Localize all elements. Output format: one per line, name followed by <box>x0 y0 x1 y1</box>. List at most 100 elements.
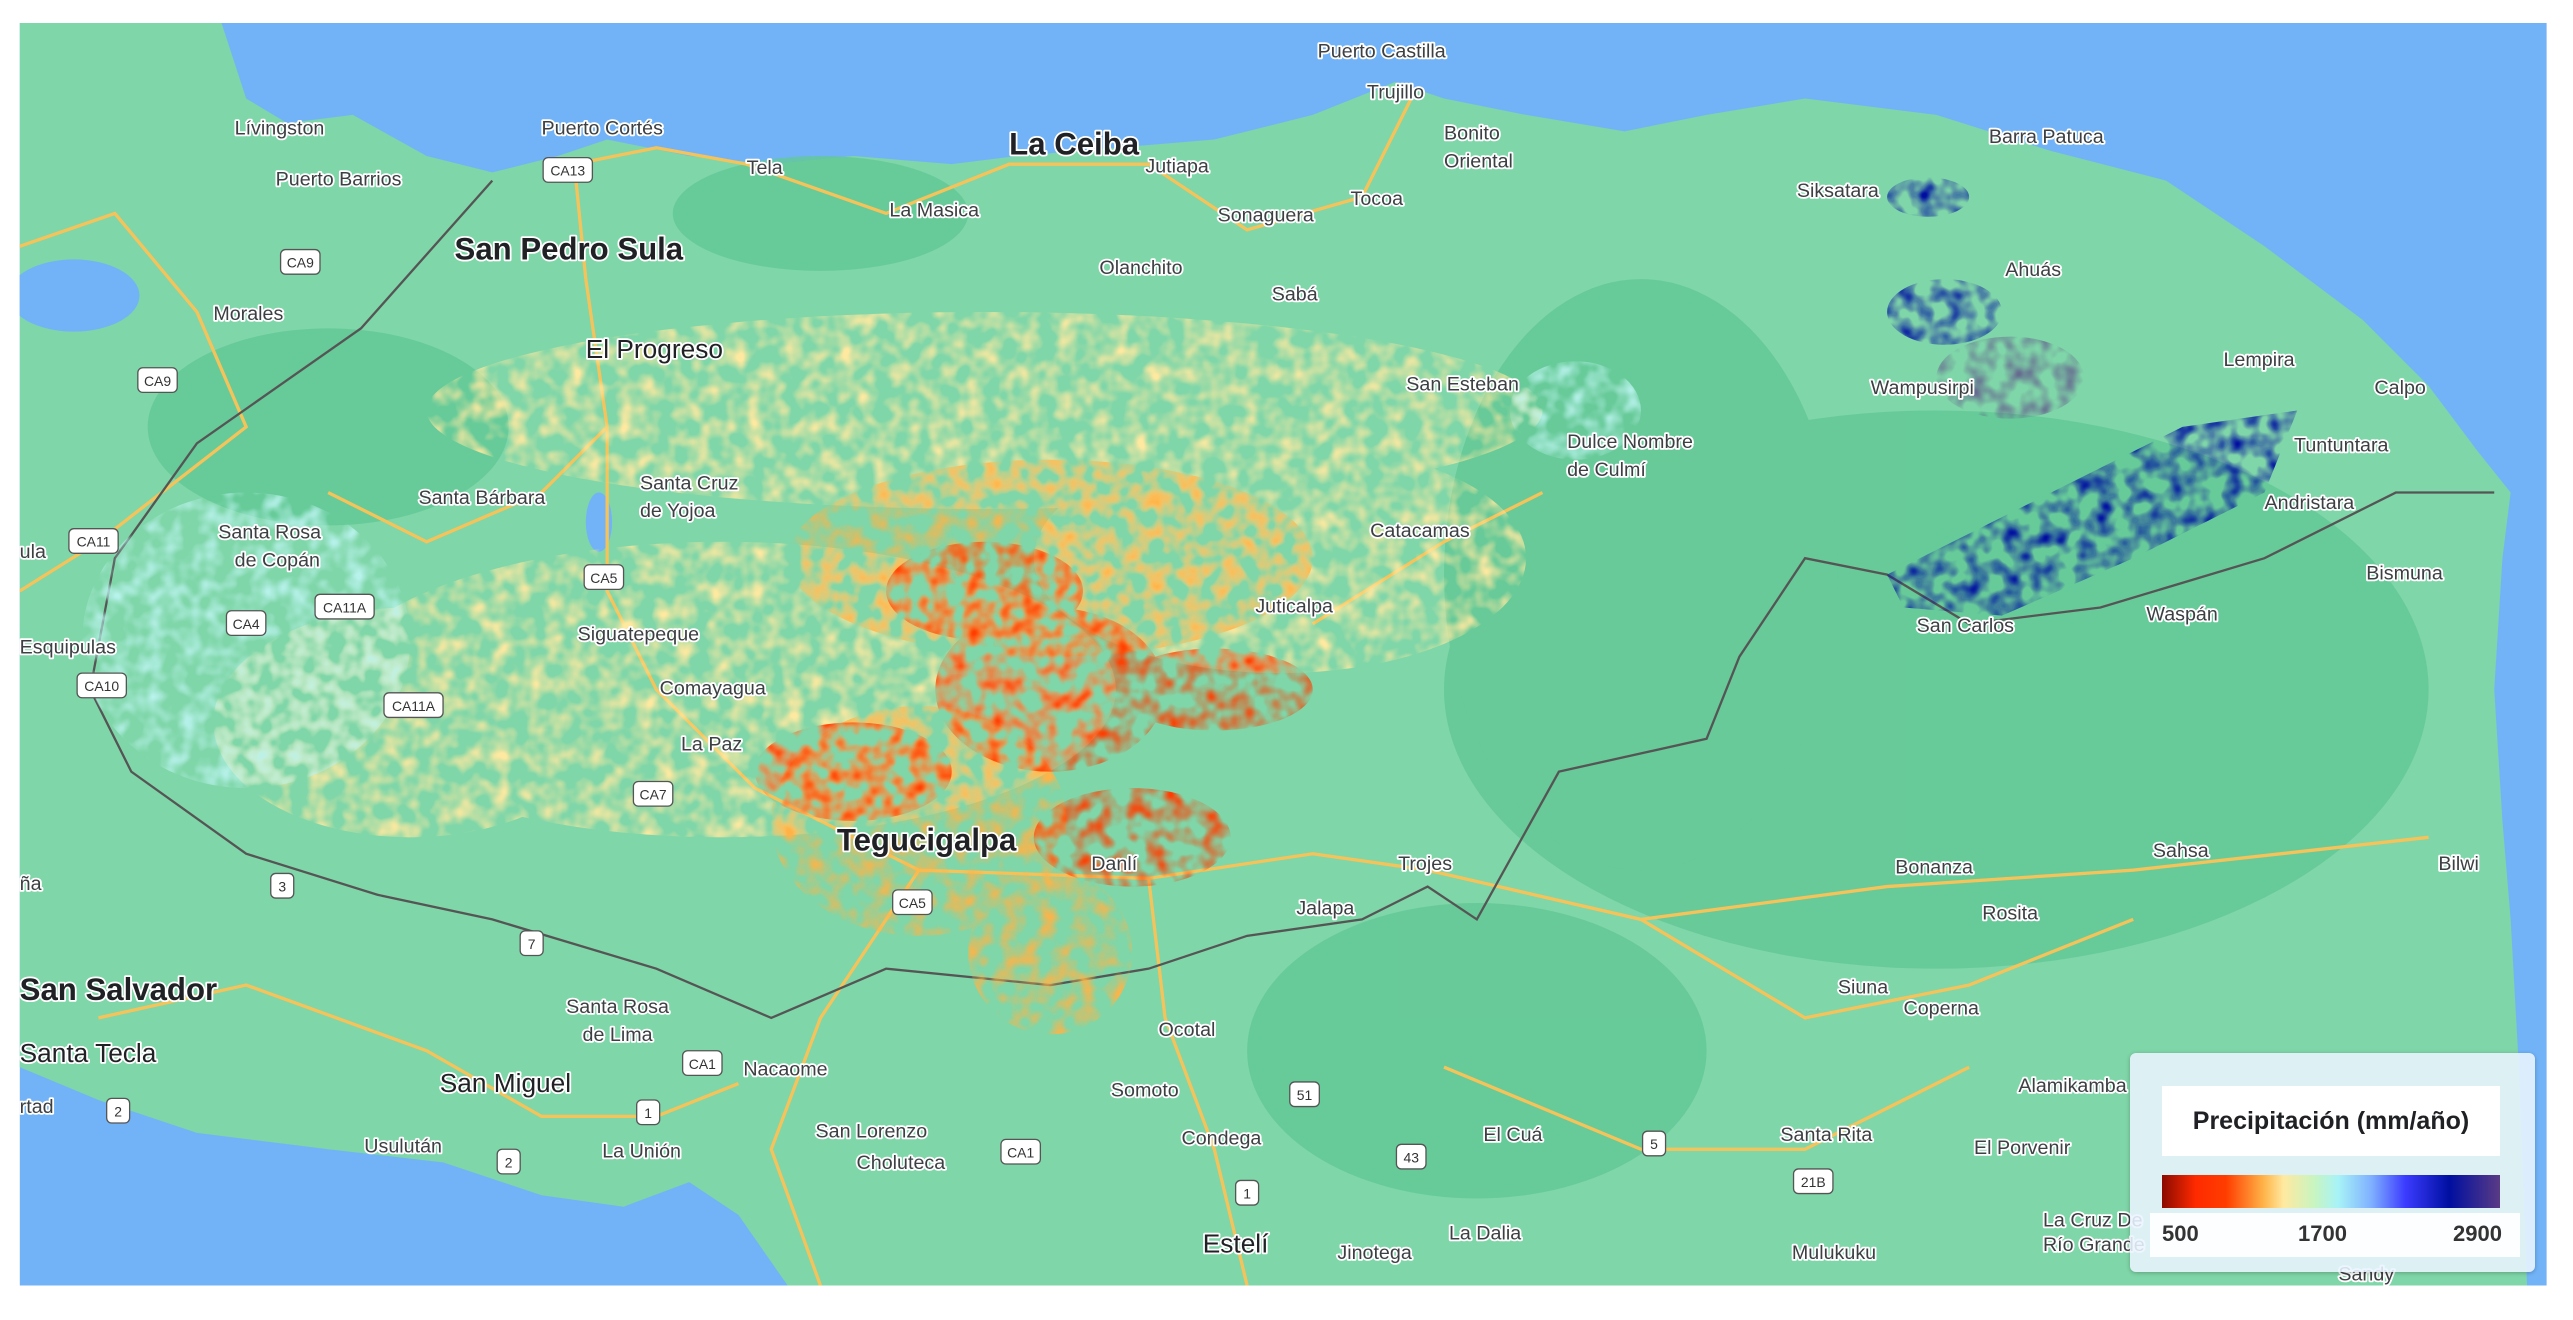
place-label: Santa Rosa <box>566 996 669 1018</box>
route-shield: 21B <box>1792 1168 1834 1195</box>
place-label: San Lorenzo <box>816 1121 928 1143</box>
place-label: Mulukuku <box>1792 1242 1876 1264</box>
place-label: de Lima <box>583 1024 653 1046</box>
svg-text:CA9: CA9 <box>144 373 171 389</box>
svg-text:43: 43 <box>1403 1149 1419 1165</box>
place-label: de Yojoa <box>640 500 716 522</box>
route-shield: CA1 <box>1000 1138 1042 1165</box>
place-label: San Carlos <box>1917 615 2015 637</box>
svg-text:1: 1 <box>644 1105 652 1121</box>
place-label: Puerto Barrios <box>276 169 402 191</box>
place-label: Estelí <box>1203 1229 1269 1259</box>
place-label: Bismuna <box>2366 563 2443 585</box>
route-shield: CA11A <box>314 593 375 620</box>
route-shield: CA5 <box>892 889 933 916</box>
place-label: rtad <box>20 1096 54 1118</box>
place-label: Oriental <box>1444 150 1513 172</box>
place-label: San Esteban <box>1406 374 1519 396</box>
place-label: La Paz <box>681 733 742 755</box>
place-label: Somoto <box>1111 1080 1179 1102</box>
route-shield: CA4 <box>225 610 267 637</box>
svg-text:5: 5 <box>1650 1136 1658 1152</box>
place-label: Santa Rita <box>1780 1124 1872 1146</box>
place-label: Sahsa <box>2153 840 2209 862</box>
svg-text:2: 2 <box>505 1154 513 1170</box>
lake-izabal <box>19 259 140 332</box>
place-label: La Masica <box>889 200 979 222</box>
place-label: Trujillo <box>1367 82 1424 104</box>
svg-text:7: 7 <box>528 936 536 952</box>
route-shield: 43 <box>1395 1143 1427 1170</box>
route-shield: 3 <box>270 872 295 899</box>
place-label: Ahuás <box>2005 259 2061 281</box>
place-label: Bonanza <box>1895 856 1973 878</box>
place-label: La Unión <box>602 1140 681 1162</box>
place-label: Santa Tecla <box>20 1038 157 1068</box>
svg-text:CA9: CA9 <box>287 255 314 271</box>
place-label: Tocoa <box>1350 188 1403 210</box>
place-label: Comayagua <box>660 677 766 699</box>
place-label: Alamikamba <box>2018 1075 2126 1097</box>
place-label: Nacaome <box>743 1058 827 1080</box>
svg-text:2: 2 <box>114 1103 122 1119</box>
svg-text:CA5: CA5 <box>899 895 926 911</box>
route-shield: 7 <box>519 930 544 957</box>
route-shield: CA9 <box>137 367 178 394</box>
route-shield: 51 <box>1289 1081 1320 1108</box>
svg-text:1: 1 <box>1243 1186 1251 1202</box>
route-shield: CA11A <box>383 692 444 719</box>
place-label: San Salvador <box>20 972 217 1007</box>
svg-text:CA11: CA11 <box>77 534 111 550</box>
svg-text:CA1: CA1 <box>689 1056 716 1072</box>
route-shield: CA5 <box>583 564 625 591</box>
place-label: Siguatepeque <box>578 623 700 645</box>
place-label: Wampusirpi <box>1871 377 1974 399</box>
place-label: Barra Patuca <box>1989 126 2104 148</box>
legend-ticks: 500 1700 2900 <box>2150 1213 2520 1257</box>
place-label: Dulce Nombre <box>1567 431 1693 453</box>
place-label: Lempira <box>2223 349 2294 371</box>
route-shield: CA10 <box>76 672 128 699</box>
svg-text:CA5: CA5 <box>590 570 617 586</box>
place-label: Condega <box>1181 1127 1261 1149</box>
svg-text:CA13: CA13 <box>550 163 585 179</box>
place-label: Sonaguera <box>1218 205 1314 227</box>
precipitation-legend: Precipitación (mm/año) 500 1700 2900 <box>2130 1053 2535 1272</box>
place-label: Catacamas <box>1370 520 1470 542</box>
place-label: Jalapa <box>1296 897 1354 919</box>
place-label: El Progreso <box>586 334 723 364</box>
route-shield: 2 <box>496 1148 521 1175</box>
route-shield: 5 <box>1641 1130 1667 1157</box>
place-label: Jinotega <box>1337 1242 1411 1264</box>
svg-text:CA11A: CA11A <box>392 698 436 714</box>
place-label: El Porvenir <box>1974 1137 2071 1159</box>
place-label: Choluteca <box>857 1152 946 1174</box>
svg-text:CA1: CA1 <box>1007 1144 1034 1160</box>
legend-mid: 1700 <box>2298 1221 2347 1246</box>
legend-max: 2900 <box>2453 1221 2502 1246</box>
place-label: Usulután <box>364 1136 442 1158</box>
legend-color-ramp <box>2162 1175 2500 1208</box>
route-shield: CA1 <box>681 1050 723 1077</box>
place-label: Santa Cruz <box>640 472 738 494</box>
place-label: Jutiapa <box>1145 155 1209 177</box>
place-label: de Copán <box>235 549 320 571</box>
legend-title: Precipitación (mm/año) <box>2162 1086 2500 1156</box>
place-label: Morales <box>213 303 283 325</box>
place-label: El Cuá <box>1483 1124 1542 1146</box>
place-label: Puerto Cortés <box>542 118 664 140</box>
place-label: La Ceiba <box>1009 126 1140 161</box>
svg-text:CA4: CA4 <box>233 616 260 632</box>
place-label: Lívingston <box>235 118 325 140</box>
route-shield: CA7 <box>632 780 674 807</box>
route-shield: 1 <box>1234 1179 1260 1206</box>
place-label: de Culmí <box>1567 459 1646 481</box>
place-label: San Pedro Sula <box>455 231 684 266</box>
svg-text:21B: 21B <box>1801 1174 1826 1190</box>
place-label: Juticalpa <box>1255 595 1333 617</box>
svg-text:3: 3 <box>278 878 286 894</box>
place-label: Coperna <box>1903 998 1979 1020</box>
svg-text:CA11A: CA11A <box>323 599 367 615</box>
place-label: Puerto Castilla <box>1318 40 1446 62</box>
place-label: Calpo <box>2374 377 2425 399</box>
